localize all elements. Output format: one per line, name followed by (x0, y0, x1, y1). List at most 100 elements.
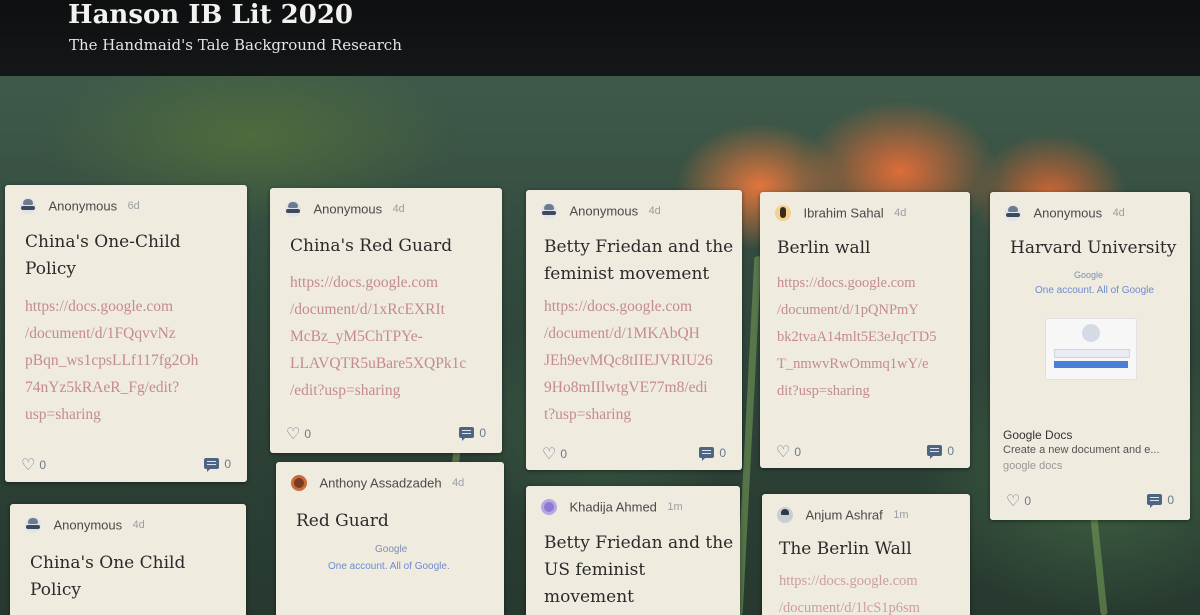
post-author: Anonymous (1033, 205, 1103, 221)
post-link-line[interactable]: https://docs.google.com (25, 293, 198, 320)
post-card[interactable]: Anonymous 4d Betty Friedan and the femin… (526, 190, 742, 470)
google-logo: Google (375, 544, 408, 555)
post-link-line[interactable]: https://docs.google.com (290, 269, 466, 296)
comment-count: 0 (947, 443, 954, 458)
post-link-line[interactable]: /document/d/1FQqvvNz (25, 320, 198, 347)
post-card[interactable]: Anjum Ashraf 1m The Berlin Wall https://… (762, 494, 970, 615)
user-avatar-icon (777, 506, 793, 523)
post-footer: ♡ 0 0 (776, 442, 954, 462)
post-header: Ibrahim Sahal 4d (775, 204, 906, 224)
post-link-line[interactable]: /document/d/1xRcEXRIt (290, 296, 466, 323)
post-author: Anonymous (48, 198, 118, 214)
google-signin-preview[interactable] (1045, 318, 1137, 380)
google-tagline: One account. All of Google. (328, 561, 450, 572)
post-age: 4d (894, 206, 907, 219)
post-card[interactable]: Anonymous 4d China's Red Guard https://d… (270, 188, 502, 453)
post-card[interactable]: Ibrahim Sahal 4d Berlin wall https://doc… (760, 192, 970, 468)
post-link-line[interactable]: /edit?usp=sharing (290, 377, 466, 404)
post-age: 4d (132, 518, 145, 531)
comment-button[interactable]: 0 (927, 443, 954, 460)
board-subtitle: The Handmaid's Tale Background Research (69, 36, 402, 54)
post-link-line[interactable]: https://docs.google.com (777, 270, 936, 297)
post-card[interactable]: Anthony Assadzadeh 4d Red Guard Google O… (276, 462, 504, 615)
post-link-line[interactable]: dit?usp=sharing (777, 378, 936, 405)
post-title: Red Guard (296, 508, 389, 535)
post-link-line[interactable]: usp=sharing (25, 401, 198, 428)
post-title-line: Betty Friedan and the (544, 533, 734, 553)
comment-button[interactable]: 0 (204, 456, 231, 473)
post-title: China's One Child Policy (30, 550, 185, 604)
comment-button[interactable]: 0 (1147, 492, 1174, 509)
anonymous-avatar-icon (285, 200, 301, 217)
post-link-line[interactable]: JEh9evMQc8tIIEJVRIU26 (544, 347, 713, 374)
post-title-line: feminist movement (544, 264, 710, 284)
post-header: Anthony Assadzadeh 4d (291, 474, 464, 494)
post-header: Anonymous 4d (285, 200, 405, 220)
like-count: 0 (560, 447, 568, 461)
like-count: 0 (39, 458, 47, 472)
post-title: China's Red Guard (290, 233, 452, 260)
post-link-line[interactable]: 9Ho8mIIlwtgVE77m8/edi (544, 374, 713, 401)
link-preview-site: google docs (1003, 460, 1063, 472)
post-link[interactable]: https://docs.google.com /document/d/1FQq… (25, 293, 198, 428)
post-header: Anonymous 4d (541, 202, 661, 222)
post-title: China's One-Child Policy (25, 229, 181, 283)
comment-count: 0 (1167, 492, 1174, 507)
post-link[interactable]: https://docs.google.com /document/d/1xRc… (290, 269, 466, 404)
post-title-line: Harvard University (1010, 238, 1177, 258)
post-link-line[interactable]: https://docs.google.com (779, 568, 920, 595)
post-link-line[interactable]: LLAVQTR5uBare5XQPk1c (290, 350, 466, 377)
post-link-line[interactable]: t?usp=sharing (544, 401, 713, 428)
post-link-line[interactable]: /document/d/1pQNPmY (777, 297, 936, 324)
post-age: 4d (452, 476, 465, 489)
anonymous-avatar-icon (25, 516, 41, 533)
post-age: 4d (392, 202, 405, 215)
post-card[interactable]: Anonymous 4d China's One Child Policy (10, 504, 246, 615)
google-logo: Google (1074, 270, 1104, 280)
post-author: Anthony Assadzadeh (319, 475, 442, 491)
post-link-line[interactable]: 74nYz5kRAeR_Fg/edit? (25, 374, 198, 401)
like-button[interactable]: ♡ 0 (776, 442, 801, 462)
comment-icon (699, 447, 715, 462)
heart-icon: ♡ (286, 426, 301, 443)
post-header: Anonymous 4d (1005, 204, 1125, 224)
post-author: Anonymous (569, 203, 639, 219)
post-title-line: Betty Friedan and the (544, 237, 734, 257)
post-footer: ♡ 0 0 (542, 444, 726, 464)
post-link[interactable]: https://docs.google.com /document/d/1MKA… (544, 293, 713, 428)
post-title-line: movement (544, 587, 634, 607)
post-link-line[interactable]: /document/d/1MKAbQH (544, 320, 713, 347)
board-title: Hanson IB Lit 2020 (68, 0, 354, 30)
post-card-footer: Google Docs Create a new document and e.… (990, 424, 1190, 520)
like-button[interactable]: ♡ 0 (21, 455, 46, 475)
post-title-line: Policy (25, 259, 76, 279)
post-card[interactable]: Anonymous 6d China's One-Child Policy ht… (5, 185, 247, 482)
post-author: Anonymous (53, 517, 123, 533)
post-link[interactable]: https://docs.google.com /document/d/1lcS… (779, 568, 920, 615)
google-tagline: One account. All of Google (1035, 285, 1154, 296)
post-link-line[interactable]: https://docs.google.com (544, 293, 713, 320)
post-link-line[interactable]: /document/d/1lcS1p6sm (779, 595, 920, 615)
like-button[interactable]: ♡ 0 (1006, 491, 1031, 511)
post-age: 1m (893, 508, 909, 521)
heart-icon: ♡ (21, 457, 36, 474)
post-card[interactable]: Khadija Ahmed 1m Betty Friedan and the U… (526, 486, 740, 615)
anonymous-avatar-icon (541, 202, 557, 219)
like-button[interactable]: ♡ 0 (542, 444, 567, 464)
anonymous-avatar-icon (20, 197, 36, 214)
like-button[interactable]: ♡ 0 (286, 424, 311, 444)
post-title-line: China's One Child (30, 553, 186, 573)
post-link-line[interactable]: bk2tvaA14mlt5E3eJqcTD5 (777, 324, 936, 351)
user-avatar-icon (291, 474, 307, 491)
post-author: Anjum Ashraf (805, 507, 883, 523)
comment-button[interactable]: 0 (459, 425, 486, 442)
post-link[interactable]: https://docs.google.com /document/d/1pQN… (777, 270, 936, 405)
post-title: Berlin wall (777, 235, 870, 262)
comment-button[interactable]: 0 (699, 445, 726, 462)
post-link-line[interactable]: pBqn_ws1cpsLLf117fg2Oh (25, 347, 198, 374)
post-link-line[interactable]: McBz_yM5ChTPYe- (290, 323, 466, 350)
post-link-line[interactable]: T_nmwvRwOmmq1wY/e (777, 351, 936, 378)
post-title: Harvard University (1010, 235, 1176, 262)
user-avatar-icon (541, 498, 557, 515)
like-count: 0 (794, 445, 802, 459)
